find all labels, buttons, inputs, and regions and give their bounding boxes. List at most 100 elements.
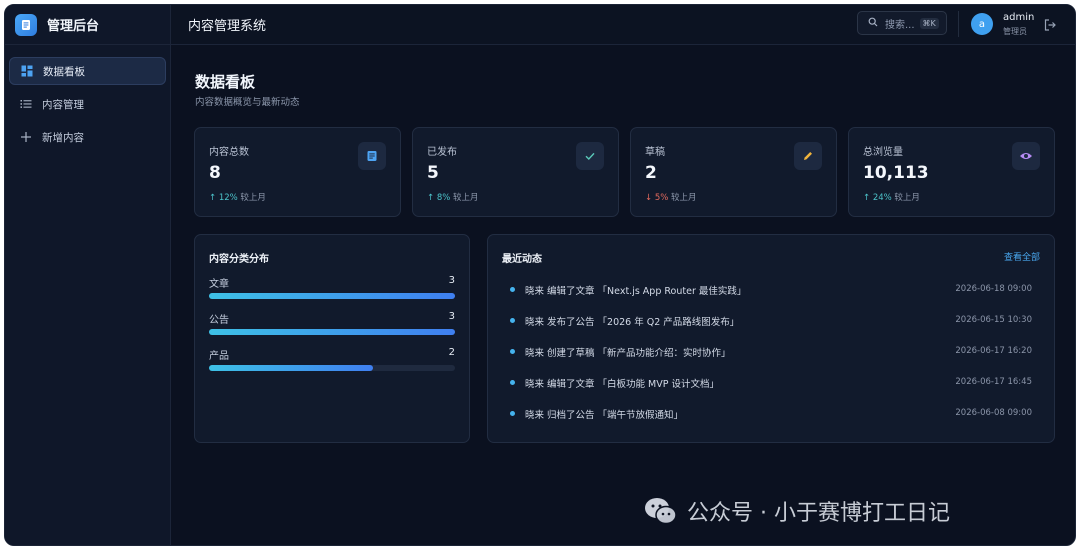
stat-card-total[interactable]: 内容总数 8 ↑ 12% 较上月 bbox=[194, 127, 401, 217]
panel-title: 内容分类分布 bbox=[209, 254, 269, 265]
activity-text: 晓来 归档了公告 「端午节放假通知」 bbox=[525, 410, 684, 421]
stat-card-drafts[interactable]: 草稿 2 ↓ 5% 较上月 bbox=[630, 127, 837, 217]
trend-suffix: 较上月 bbox=[894, 193, 920, 203]
header-title: 内容管理系统 bbox=[188, 19, 267, 34]
stat-label: 草稿 bbox=[645, 147, 665, 158]
check-icon bbox=[576, 142, 604, 170]
stat-label: 内容总数 bbox=[209, 147, 249, 158]
activity-time: 2026-06-15 10:30 bbox=[955, 315, 1032, 325]
sidebar-item-label: 新增内容 bbox=[42, 131, 84, 144]
user-name: admin bbox=[1003, 12, 1035, 23]
activity-dot bbox=[510, 411, 515, 416]
activity-dot bbox=[510, 318, 515, 323]
list-icon bbox=[19, 97, 33, 111]
activity-item[interactable]: 晓来 归档了公告 「端午节放假通知」 2026-06-08 09:00 bbox=[510, 407, 1032, 421]
activity-text: 晓来 编辑了文章 「白板功能 MVP 设计文档」 bbox=[525, 379, 720, 390]
category-label: 文章 bbox=[209, 279, 229, 290]
stat-label: 总浏览量 bbox=[863, 147, 903, 158]
stat-value: 10,113 bbox=[863, 163, 929, 183]
progress-track bbox=[209, 293, 455, 299]
progress-fill bbox=[209, 293, 455, 299]
document-icon bbox=[15, 13, 37, 36]
page-subtitle: 内容数据概览与最新动态 bbox=[195, 97, 300, 108]
activity-dot bbox=[510, 380, 515, 385]
panel-title: 最近动态 bbox=[502, 254, 542, 265]
wechat-icon bbox=[643, 496, 679, 526]
category-count: 2 bbox=[448, 347, 455, 358]
stat-label: 已发布 bbox=[427, 147, 457, 158]
category-label: 产品 bbox=[209, 351, 229, 362]
activity-time: 2026-06-08 09:00 bbox=[955, 408, 1032, 418]
sidebar-item-add-content[interactable]: 新增内容 bbox=[9, 123, 166, 151]
user-role: 管理员 bbox=[1003, 27, 1027, 36]
stat-trend: ↑ 12% 较上月 bbox=[209, 191, 266, 203]
category-count: 3 bbox=[448, 311, 455, 322]
sidebar-item-label: 内容管理 bbox=[42, 98, 84, 111]
activity-item[interactable]: 晓来 发布了公告 「2026 年 Q2 产品路线图发布」 2026-06-15 … bbox=[510, 314, 1032, 328]
category-label: 公告 bbox=[209, 315, 229, 326]
sidebar: 管理后台 数据看板 内容管理 新增内容 bbox=[5, 5, 171, 545]
category-row: 公告 3 bbox=[209, 311, 455, 337]
trend-percent: ↑ 12% bbox=[209, 193, 238, 203]
activity-item[interactable]: 晓来 编辑了文章 「Next.js App Router 最佳实践」 2026-… bbox=[510, 283, 1032, 297]
progress-fill bbox=[209, 329, 455, 335]
stat-value: 5 bbox=[427, 163, 439, 183]
view-all-link[interactable]: 查看全部 bbox=[1004, 250, 1040, 263]
sidebar-nav: 数据看板 内容管理 新增内容 bbox=[5, 45, 170, 168]
trend-suffix: 较上月 bbox=[240, 193, 266, 203]
progress-track bbox=[209, 365, 455, 371]
top-header: 内容管理系统 搜索... ⌘K a admin 管理员 bbox=[171, 5, 1075, 45]
app-window: 管理后台 数据看板 内容管理 新增内容 内容管理系统 搜索... ⌘K a ad… bbox=[4, 4, 1076, 546]
trend-suffix: 较上月 bbox=[671, 193, 697, 203]
category-row: 文章 3 bbox=[209, 275, 455, 301]
activity-text: 晓来 发布了公告 「2026 年 Q2 产品路线图发布」 bbox=[525, 317, 740, 328]
watermark-text: 公众号 · 小于赛博打工日记 bbox=[687, 501, 950, 526]
activity-time: 2026-06-17 16:20 bbox=[955, 346, 1032, 356]
watermark: 公众号 · 小于赛博打工日记 bbox=[643, 495, 950, 527]
category-row: 产品 2 bbox=[209, 347, 455, 373]
main-content: 数据看板 内容数据概览与最新动态 内容总数 8 ↑ 12% 较上月 已发布 5 … bbox=[171, 46, 1075, 545]
sidebar-item-content-management[interactable]: 内容管理 bbox=[9, 90, 166, 118]
page-title: 数据看板 bbox=[195, 73, 256, 91]
progress-track bbox=[209, 329, 455, 335]
stat-value: 8 bbox=[209, 163, 221, 183]
brand-title: 管理后台 bbox=[47, 19, 100, 34]
document-icon bbox=[358, 142, 386, 170]
activity-item[interactable]: 晓来 编辑了文章 「白板功能 MVP 设计文档」 2026-06-17 16:4… bbox=[510, 376, 1032, 390]
activity-item[interactable]: 晓来 创建了草稿 「新产品功能介绍：实时协作」 2026-06-17 16:20 bbox=[510, 345, 1032, 359]
activity-time: 2026-06-18 09:00 bbox=[955, 284, 1032, 294]
logout-icon[interactable] bbox=[1043, 17, 1057, 31]
activity-time: 2026-06-17 16:45 bbox=[955, 377, 1032, 387]
sidebar-item-dashboard[interactable]: 数据看板 bbox=[9, 57, 166, 85]
stat-trend: ↓ 5% 较上月 bbox=[645, 191, 697, 203]
header-divider bbox=[958, 11, 959, 37]
category-distribution-panel: 内容分类分布 文章 3 公告 3 产品 2 bbox=[194, 234, 470, 443]
progress-fill bbox=[209, 365, 373, 371]
activity-text: 晓来 创建了草稿 「新产品功能介绍：实时协作」 bbox=[525, 348, 731, 359]
stat-trend: ↑ 8% 较上月 bbox=[427, 191, 479, 203]
plus-icon bbox=[19, 130, 33, 144]
brand[interactable]: 管理后台 bbox=[5, 5, 170, 45]
eye-icon bbox=[1012, 142, 1040, 170]
pencil-icon bbox=[794, 142, 822, 170]
category-count: 3 bbox=[448, 275, 455, 286]
trend-suffix: 较上月 bbox=[453, 193, 479, 203]
search-box[interactable]: 搜索... ⌘K bbox=[857, 11, 947, 35]
search-icon bbox=[868, 17, 878, 30]
dashboard-icon bbox=[20, 64, 34, 78]
activity-dot bbox=[510, 287, 515, 292]
avatar[interactable]: a bbox=[971, 13, 993, 35]
sidebar-item-label: 数据看板 bbox=[43, 65, 85, 78]
activity-dot bbox=[510, 349, 515, 354]
stat-card-views[interactable]: 总浏览量 10,113 ↑ 24% 较上月 bbox=[848, 127, 1055, 217]
search-placeholder: 搜索... bbox=[885, 19, 915, 31]
recent-activity-panel: 最近动态 查看全部 晓来 编辑了文章 「Next.js App Router 最… bbox=[487, 234, 1055, 443]
stat-card-published[interactable]: 已发布 5 ↑ 8% 较上月 bbox=[412, 127, 619, 217]
activity-text: 晓来 编辑了文章 「Next.js App Router 最佳实践」 bbox=[525, 286, 747, 297]
search-shortcut: ⌘K bbox=[919, 17, 939, 29]
stat-trend: ↑ 24% 较上月 bbox=[863, 191, 920, 203]
trend-percent: ↑ 24% bbox=[863, 193, 892, 203]
trend-percent: ↑ 8% bbox=[427, 193, 451, 203]
stat-value: 2 bbox=[645, 163, 657, 183]
trend-percent: ↓ 5% bbox=[645, 193, 669, 203]
